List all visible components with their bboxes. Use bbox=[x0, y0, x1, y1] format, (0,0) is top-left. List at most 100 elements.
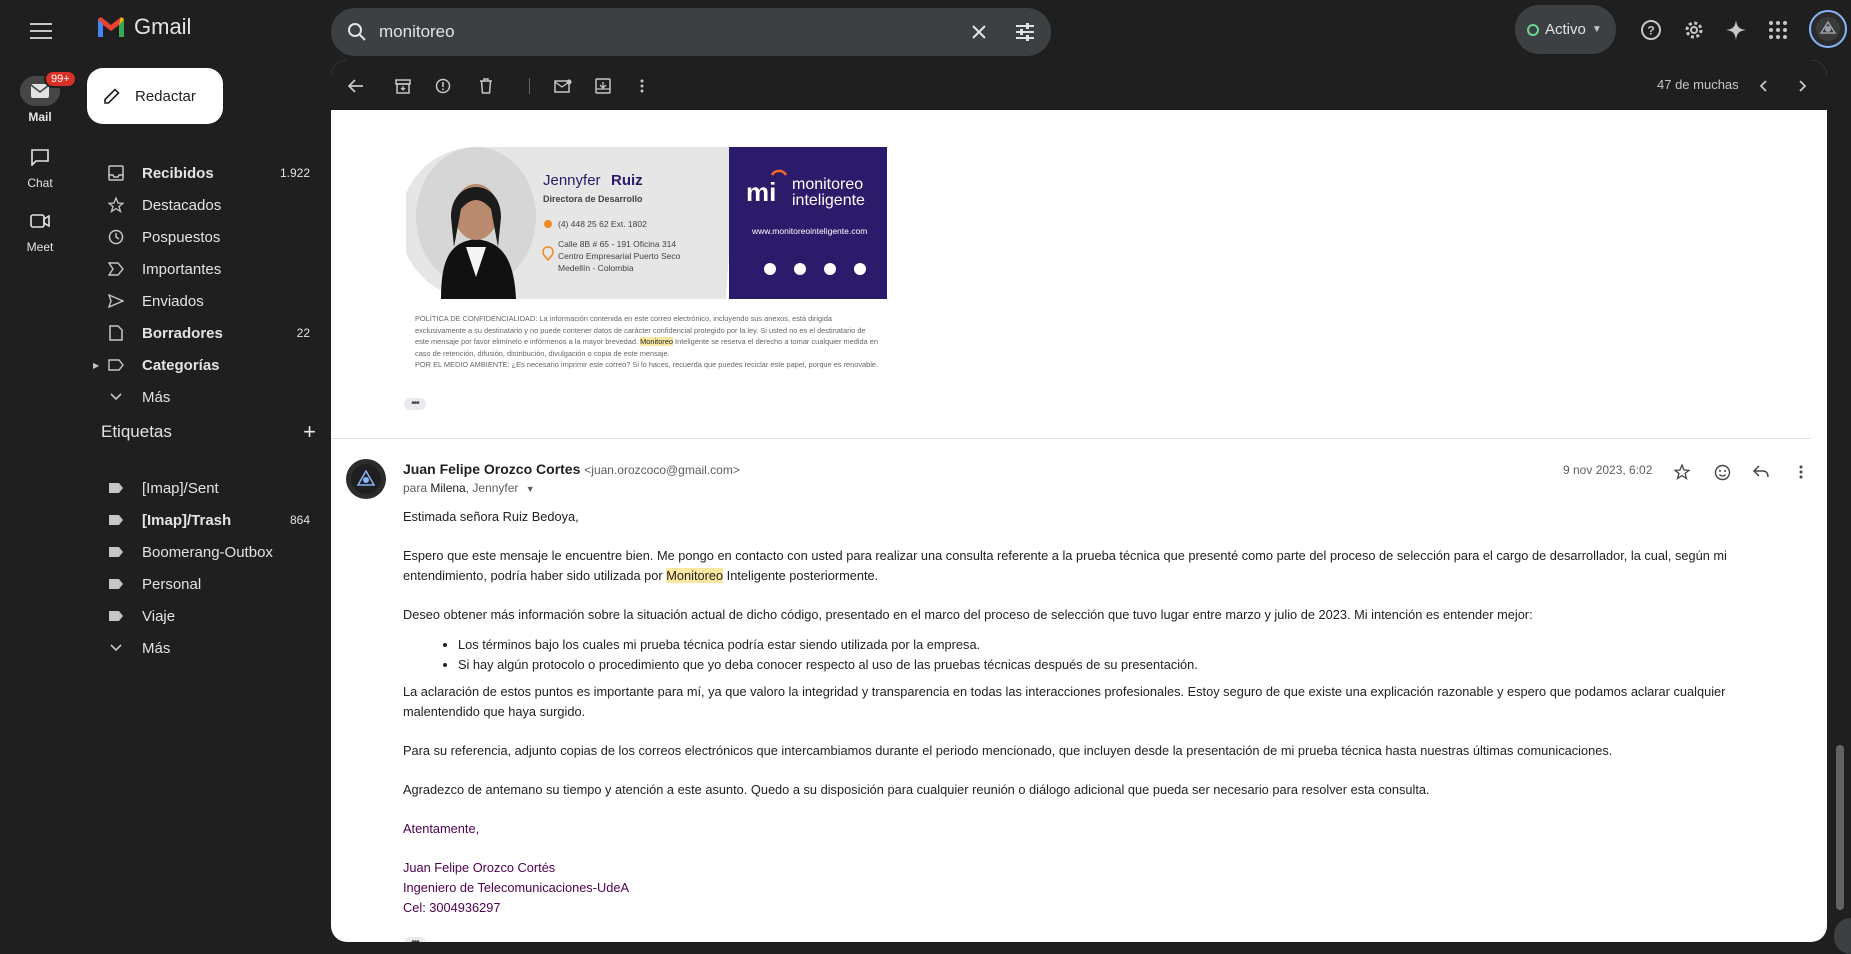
brand-name-line-2: inteligente bbox=[792, 192, 865, 209]
label-item[interactable]: [Imap]/Trash 864 bbox=[80, 504, 316, 536]
expand-arrow-icon[interactable]: ▶ bbox=[93, 361, 99, 370]
nav-label: Importantes bbox=[142, 260, 222, 278]
nav-label: Más bbox=[142, 388, 171, 406]
recipients-line: para Milena, Jennyfer ▼ bbox=[403, 481, 535, 495]
youtube-icon bbox=[854, 263, 866, 275]
recipient-name: Milena bbox=[430, 481, 466, 495]
label-count: 864 bbox=[289, 513, 310, 527]
sender-name[interactable]: Juan Felipe Orozco Cortes bbox=[403, 461, 580, 477]
delete-trash-icon[interactable] bbox=[472, 72, 500, 100]
paragraph-2: Deseo obtener más información sobre la s… bbox=[403, 607, 1533, 622]
mark-unread-icon[interactable] bbox=[549, 72, 577, 100]
nav-label: Borradores bbox=[142, 324, 223, 342]
search-bar bbox=[331, 8, 1051, 56]
nav-item-snoozed[interactable]: Pospuestos bbox=[80, 221, 316, 253]
label-tag-icon bbox=[104, 482, 128, 494]
archive-icon[interactable] bbox=[389, 72, 417, 100]
settings-gear-icon[interactable] bbox=[1676, 12, 1712, 48]
label-tag-icon bbox=[104, 546, 128, 558]
nav-item-drafts[interactable]: Borradores 22 bbox=[80, 317, 316, 349]
search-options-icon[interactable] bbox=[1005, 12, 1045, 52]
add-reaction-emoji-icon[interactable] bbox=[1708, 458, 1736, 486]
rail-mail[interactable]: 99+ Mail bbox=[0, 70, 80, 124]
environment-notice: POR EL MEDIO AMBIENTE: ¿Es necesario imp… bbox=[415, 360, 879, 370]
confidentiality-notice: POLÍTICA DE CONFIDENCIALIDAD: La informa… bbox=[415, 313, 880, 371]
nav-label: Pospuestos bbox=[142, 228, 221, 246]
pencil-icon bbox=[104, 88, 120, 104]
nav-item-inbox[interactable]: Recibidos 1.922 bbox=[80, 157, 316, 189]
paragraph-3: La aclaración de estos puntos es importa… bbox=[403, 684, 1726, 719]
clear-search-icon[interactable] bbox=[959, 12, 999, 52]
message-more-vert-icon[interactable] bbox=[1787, 458, 1815, 486]
rail-meet[interactable]: Meet bbox=[0, 206, 80, 254]
nav-item-starred[interactable]: Destacados bbox=[80, 189, 316, 221]
brand-website: www.monitoreointeligente.com bbox=[751, 226, 867, 236]
draft-file-icon bbox=[104, 325, 128, 341]
reply-icon[interactable] bbox=[1747, 458, 1775, 486]
star-icon[interactable] bbox=[1668, 458, 1696, 486]
gmail-m-icon bbox=[98, 17, 124, 37]
back-arrow-icon[interactable] bbox=[342, 72, 370, 100]
paragraph-1-text-a: Espero que este mensaje le encuentre bie… bbox=[403, 548, 1727, 583]
status-selector[interactable]: Activo ▼ bbox=[1515, 5, 1616, 54]
older-chevron-right-icon[interactable] bbox=[1789, 72, 1817, 100]
mail-unread-badge: 99+ bbox=[44, 70, 77, 88]
nav-label: Categorías bbox=[142, 356, 220, 374]
signature-last-name: Ruiz bbox=[611, 172, 643, 189]
phone-icon bbox=[544, 220, 552, 228]
nav-count: 22 bbox=[296, 326, 310, 340]
search-input[interactable] bbox=[379, 22, 959, 42]
report-spam-icon[interactable] bbox=[429, 72, 457, 100]
label-item[interactable]: Boomerang-Outbox bbox=[80, 536, 316, 568]
signature-title: Ingeniero de Telecomunicaciones-UdeA bbox=[403, 880, 629, 895]
show-details-dropdown-icon[interactable]: ▼ bbox=[526, 484, 535, 494]
label-item[interactable]: Personal bbox=[80, 568, 316, 600]
compose-button[interactable]: Redactar bbox=[87, 68, 223, 124]
add-label-icon[interactable]: + bbox=[303, 421, 316, 443]
side-panel-toggle[interactable] bbox=[1834, 918, 1851, 954]
recipients-prefix: para bbox=[403, 481, 428, 495]
meet-video-icon bbox=[20, 206, 60, 236]
search-highlight: Monitoreo bbox=[640, 337, 673, 347]
label-tag-icon bbox=[104, 610, 128, 622]
top-bar: Gmail Activo ▼ ? bbox=[0, 0, 1851, 60]
nav-item-sent[interactable]: Enviados bbox=[80, 285, 316, 317]
account-avatar[interactable] bbox=[1809, 10, 1847, 48]
facebook-icon bbox=[824, 263, 836, 275]
labels-more[interactable]: Más bbox=[80, 632, 316, 664]
gemini-sparkle-icon[interactable] bbox=[1718, 12, 1754, 48]
greeting: Estimada señora Ruiz Bedoya, bbox=[403, 509, 579, 524]
signature-card-image: Jennyfer Ruiz Directora de Desarrollo (4… bbox=[406, 147, 887, 299]
label-tag-icon bbox=[104, 578, 128, 590]
scrollbar-thumb[interactable] bbox=[1836, 745, 1844, 910]
gmail-logo[interactable]: Gmail bbox=[96, 14, 191, 40]
rail-chat[interactable]: Chat bbox=[0, 142, 80, 190]
sender-avatar[interactable] bbox=[346, 459, 386, 499]
label-item[interactable]: [Imap]/Sent bbox=[80, 472, 316, 504]
message-date: 9 nov 2023, 6:02 bbox=[1563, 463, 1653, 477]
show-trimmed-content-button[interactable]: ••• bbox=[404, 398, 426, 410]
label-item[interactable]: Viaje bbox=[80, 600, 316, 632]
chevron-down-icon: ▼ bbox=[1591, 24, 1602, 35]
nav-item-more[interactable]: Más bbox=[80, 381, 316, 413]
mail-icon: 99+ bbox=[20, 70, 77, 106]
show-trimmed-content-button[interactable]: ••• bbox=[404, 937, 426, 942]
help-icon[interactable]: ? bbox=[1633, 12, 1669, 48]
more-vert-icon[interactable] bbox=[628, 72, 656, 100]
inbox-icon bbox=[104, 165, 128, 181]
search-icon[interactable] bbox=[343, 18, 371, 46]
main-menu-icon[interactable] bbox=[24, 14, 58, 48]
toolbar-divider bbox=[529, 78, 530, 94]
instagram-icon bbox=[764, 263, 776, 275]
signature-first-name: Jennyfer bbox=[543, 172, 601, 189]
label-name: Más bbox=[142, 639, 171, 657]
status-label: Activo bbox=[1545, 21, 1586, 38]
newer-chevron-left-icon[interactable] bbox=[1749, 72, 1777, 100]
signature-address-line-2: Centro Empresarial Puerto Seco bbox=[558, 251, 681, 261]
label-name: Boomerang-Outbox bbox=[142, 543, 273, 561]
move-to-icon[interactable] bbox=[589, 72, 617, 100]
message-divider bbox=[331, 438, 1811, 439]
nav-item-important[interactable]: Importantes bbox=[80, 253, 316, 285]
apps-grid-icon[interactable] bbox=[1760, 12, 1796, 48]
nav-item-categories[interactable]: ▶ Categorías bbox=[80, 349, 316, 381]
